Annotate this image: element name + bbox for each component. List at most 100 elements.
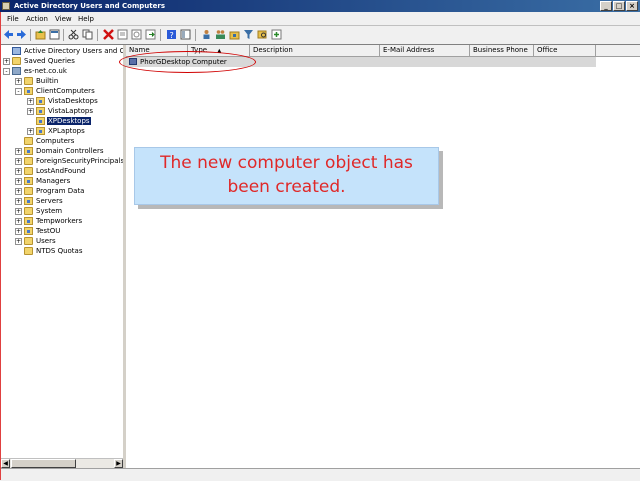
ou-icon[interactable] — [229, 29, 240, 40]
folder-icon — [24, 187, 33, 195]
back-icon[interactable] — [3, 29, 14, 40]
expand-toggle[interactable]: + — [27, 107, 34, 115]
expand-toggle[interactable]: + — [15, 177, 22, 185]
forward-icon[interactable] — [16, 29, 27, 40]
tree-horizontal-scrollbar[interactable]: ◀ ▶ — [1, 458, 123, 468]
tree-item-label: TestOU — [36, 227, 61, 235]
tree-item-label: VistaLaptops — [48, 107, 94, 115]
tree-item-managers[interactable]: + Managers — [15, 176, 71, 186]
tree-item-label: NTDS Quotas — [36, 247, 83, 255]
tree-item-xplaptops[interactable]: + XPLaptops — [27, 126, 86, 136]
close-button[interactable]: × — [626, 1, 638, 11]
folder-icon — [24, 137, 33, 145]
ou-icon — [36, 127, 45, 135]
scroll-left-button[interactable]: ◀ — [1, 459, 10, 468]
expand-toggle[interactable]: + — [15, 197, 22, 205]
menu-action[interactable]: Action — [26, 15, 48, 23]
tree-item-label: Saved Queries — [24, 57, 75, 65]
find-icon[interactable] — [257, 29, 268, 40]
expand-toggle[interactable]: + — [27, 127, 34, 135]
tree-item-saved-queries[interactable]: + Saved Queries — [3, 56, 76, 66]
minimize-button[interactable]: _ — [600, 1, 612, 11]
expand-toggle[interactable]: + — [15, 147, 22, 155]
tree-item-tempworkers[interactable]: + Tempworkers — [15, 216, 83, 226]
column-header-office[interactable]: Office — [534, 45, 596, 56]
users-icon[interactable] — [201, 29, 212, 40]
tree-item-program-data[interactable]: + Program Data — [15, 186, 85, 196]
properties-icon[interactable] — [49, 29, 60, 40]
tree-item-builtin[interactable]: + Builtin — [15, 76, 59, 86]
scroll-right-button[interactable]: ▶ — [114, 459, 123, 468]
export-icon[interactable] — [117, 29, 128, 40]
toolbar-separator — [160, 29, 161, 41]
tree-item-foreign-security-principals[interactable]: + ForeignSecurityPrincipals — [15, 156, 125, 166]
tree-item-testou[interactable]: + TestOU — [15, 226, 61, 236]
view-icon[interactable] — [180, 29, 191, 40]
tree-item-clientcomputers[interactable]: - ClientComputers — [15, 86, 96, 96]
refresh-icon[interactable] — [131, 29, 142, 40]
tree-item-label: Domain Controllers — [36, 147, 104, 155]
expand-toggle[interactable]: + — [15, 157, 22, 165]
help-icon[interactable]: ? — [166, 29, 177, 40]
collapse-toggle[interactable]: - — [3, 67, 10, 75]
tree-item-label: LostAndFound — [36, 167, 86, 175]
tree-item-label: Builtin — [36, 77, 59, 85]
tree-item-computers[interactable]: Computers — [15, 136, 75, 146]
expand-toggle[interactable]: + — [27, 97, 34, 105]
ou-icon — [24, 227, 33, 235]
tree-item-label: Program Data — [36, 187, 85, 195]
expand-toggle[interactable]: + — [3, 57, 10, 65]
folder-icon — [24, 207, 33, 215]
collapse-toggle[interactable]: - — [15, 87, 22, 95]
ad-users-computers-icon — [12, 47, 21, 55]
add-to-group-icon[interactable] — [271, 29, 282, 40]
expand-toggle[interactable]: + — [15, 207, 22, 215]
left-border-accent — [0, 12, 1, 480]
filter-icon[interactable] — [243, 29, 254, 40]
expand-toggle[interactable]: + — [15, 227, 22, 235]
column-header-description[interactable]: Description — [250, 45, 380, 56]
export-list-icon[interactable] — [145, 29, 156, 40]
expand-toggle[interactable]: + — [15, 237, 22, 245]
ou-icon — [36, 107, 45, 115]
column-header-email[interactable]: E-Mail Address — [380, 45, 470, 56]
tree-item-system[interactable]: + System — [15, 206, 63, 216]
tree-item-ntds-quotas[interactable]: NTDS Quotas — [15, 246, 83, 256]
tree-item-xpdesktops[interactable]: XPDesktops — [27, 116, 92, 126]
tree-item-domain[interactable]: - es-net.co.uk — [3, 66, 68, 76]
expand-toggle[interactable]: + — [15, 217, 22, 225]
menu-help[interactable]: Help — [78, 15, 94, 23]
menu-file[interactable]: File — [7, 15, 19, 23]
ou-icon — [24, 217, 33, 225]
tree-item-label: ForeignSecurityPrincipals — [36, 157, 125, 165]
tree-item-lostandfound[interactable]: + LostAndFound — [15, 166, 87, 176]
tutorial-callout: The new computer object has been created… — [134, 147, 439, 205]
tree-item-domain-controllers[interactable]: + Domain Controllers — [15, 146, 104, 156]
expand-toggle[interactable]: + — [15, 77, 22, 85]
folder-icon — [24, 157, 33, 165]
tree-item-servers[interactable]: + Servers — [15, 196, 64, 206]
list-pane[interactable]: Name Type ▲ Description E-Mail Address B… — [126, 45, 640, 468]
delete-icon[interactable] — [103, 29, 114, 40]
title-bar[interactable]: Active Directory Users and Computers _ □… — [0, 0, 640, 12]
tree-pane[interactable]: Active Directory Users and Comput + Save… — [1, 45, 147, 468]
column-header-business-phone[interactable]: Business Phone — [470, 45, 534, 56]
cut-icon[interactable] — [68, 29, 79, 40]
up-folder-icon[interactable] — [35, 29, 46, 40]
tree-item-users[interactable]: + Users — [15, 236, 57, 246]
maximize-button[interactable]: □ — [613, 1, 625, 11]
menu-view[interactable]: View — [55, 15, 72, 23]
expand-toggle[interactable]: + — [15, 187, 22, 195]
tree-item-label: System — [36, 207, 63, 215]
scroll-thumb[interactable] — [11, 459, 76, 468]
tree-item-vistadesktops[interactable]: + VistaDesktops — [27, 96, 99, 106]
copy-icon[interactable] — [82, 29, 93, 40]
group-icon[interactable] — [215, 29, 226, 40]
tree-item-label: ClientComputers — [36, 87, 95, 95]
ou-icon — [36, 117, 45, 125]
expand-toggle[interactable]: + — [15, 167, 22, 175]
toolbar: ? — [0, 26, 640, 45]
tree-item-vistalaptops[interactable]: + VistaLaptops — [27, 106, 94, 116]
tree-item-label: Computers — [36, 137, 75, 145]
ou-icon — [36, 97, 45, 105]
